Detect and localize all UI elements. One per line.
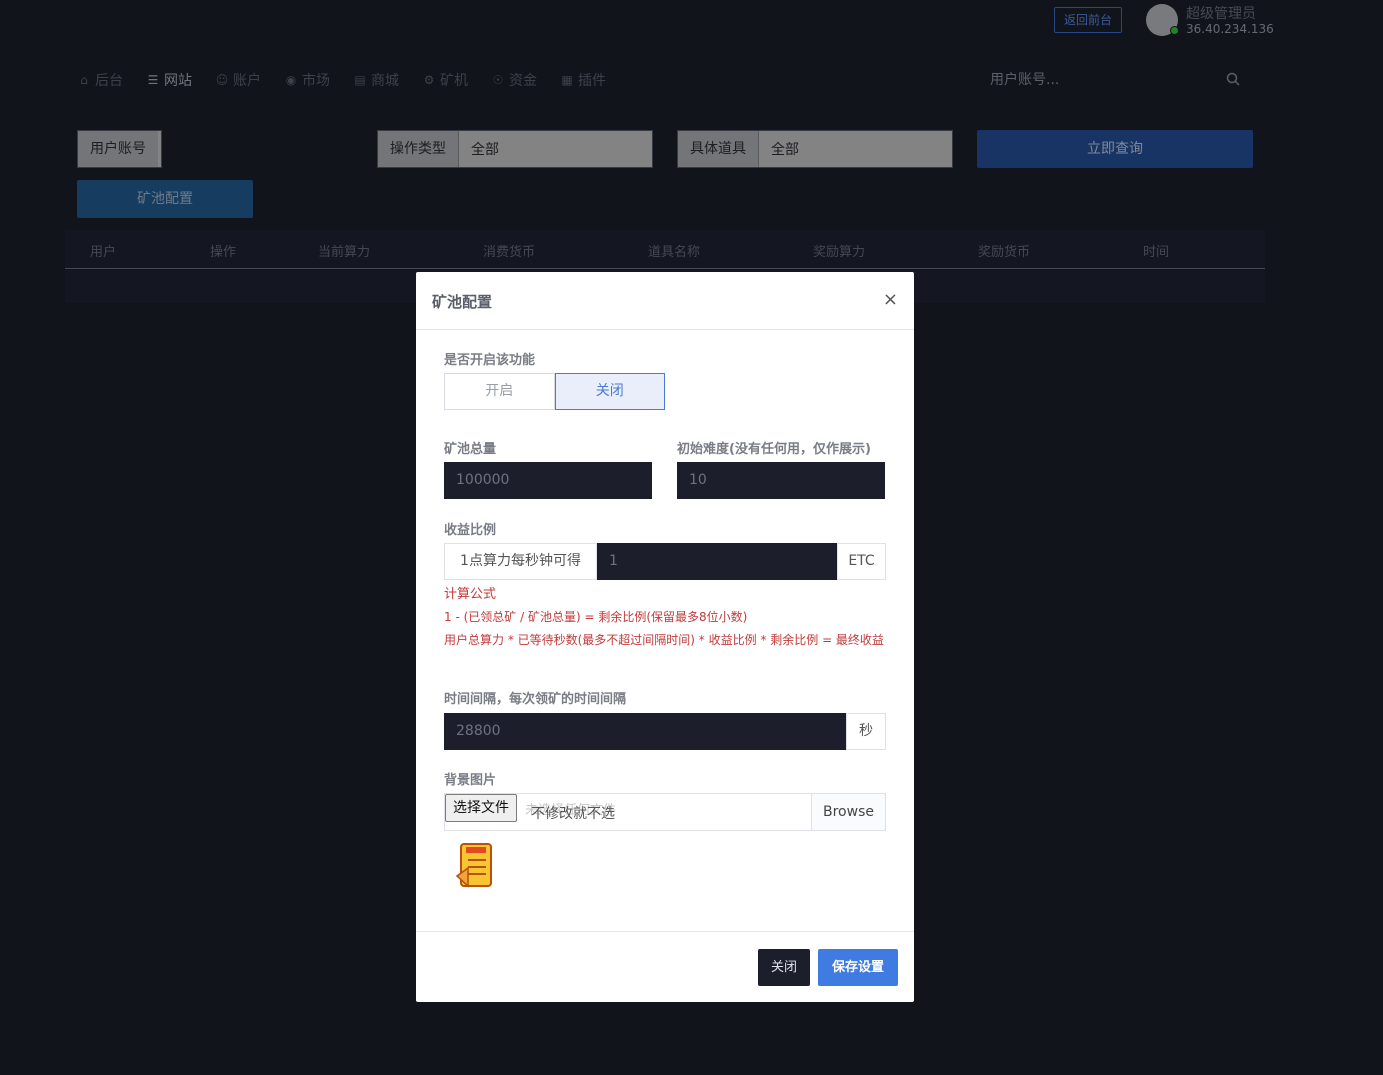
file-hint-text: 不修改就不选 [531, 806, 615, 822]
close-icon[interactable]: × [883, 290, 898, 310]
ratio-unit: ETC [837, 543, 886, 580]
close-button[interactable]: 关闭 [758, 949, 810, 986]
modal-footer: 关闭 保存设置 [416, 931, 914, 1002]
toggle-off-button[interactable]: 关闭 [554, 373, 665, 410]
ratio-input[interactable]: 1 [597, 543, 837, 580]
pool-config-modal: 矿池配置 × 是否开启该功能 开启 关闭 矿池总量 初始难度(没有任何用，仅作展… [416, 272, 914, 1002]
bg-image-thumbnail [456, 843, 492, 888]
formula-line-1: 1 - (已领总矿 / 矿池总量) = 剩余比例(保留最多8位小数) [444, 610, 748, 624]
difficulty-label: 初始难度(没有任何用，仅作展示) [677, 442, 871, 457]
formula-title: 计算公式 [444, 587, 497, 602]
pool-total-input[interactable]: 100000 [444, 462, 652, 499]
pool-total-label: 矿池总量 [444, 442, 497, 457]
enable-toggle: 开启 关闭 [444, 373, 665, 410]
difficulty-input[interactable]: 10 [677, 462, 885, 499]
page: 返回前台 超级管理员 36.40.234.136 ⌂ 后台 ☰ 网站 ☺ 账户 ◉ 市场… [0, 0, 1383, 1075]
choose-file-button[interactable]: 选择文件 [445, 794, 517, 822]
modal-header: 矿池配置 × [416, 272, 914, 330]
interval-input[interactable]: 28800 [444, 713, 846, 750]
interval-unit: 秒 [846, 713, 886, 750]
bg-image-file-input[interactable]: 选择文件 未选择任何文件 不修改就不选 Browse [444, 793, 886, 831]
interval-label: 时间间隔，每次领矿的时间间隔 [444, 692, 627, 707]
modal-title: 矿池配置 [432, 293, 493, 311]
enable-label: 是否开启该功能 [444, 353, 536, 368]
save-settings-button[interactable]: 保存设置 [818, 949, 898, 986]
bg-image-label: 背景图片 [444, 773, 497, 788]
ratio-label: 收益比例 [444, 523, 497, 538]
browse-button[interactable]: Browse [811, 794, 885, 830]
toggle-on-button[interactable]: 开启 [444, 373, 555, 410]
ratio-prefix: 1点算力每秒钟可得 [444, 543, 597, 580]
formula-line-2: 用户总算力 * 已等待秒数(最多不超过间隔时间) * 收益比例 * 剩余比例 =… [444, 633, 884, 647]
